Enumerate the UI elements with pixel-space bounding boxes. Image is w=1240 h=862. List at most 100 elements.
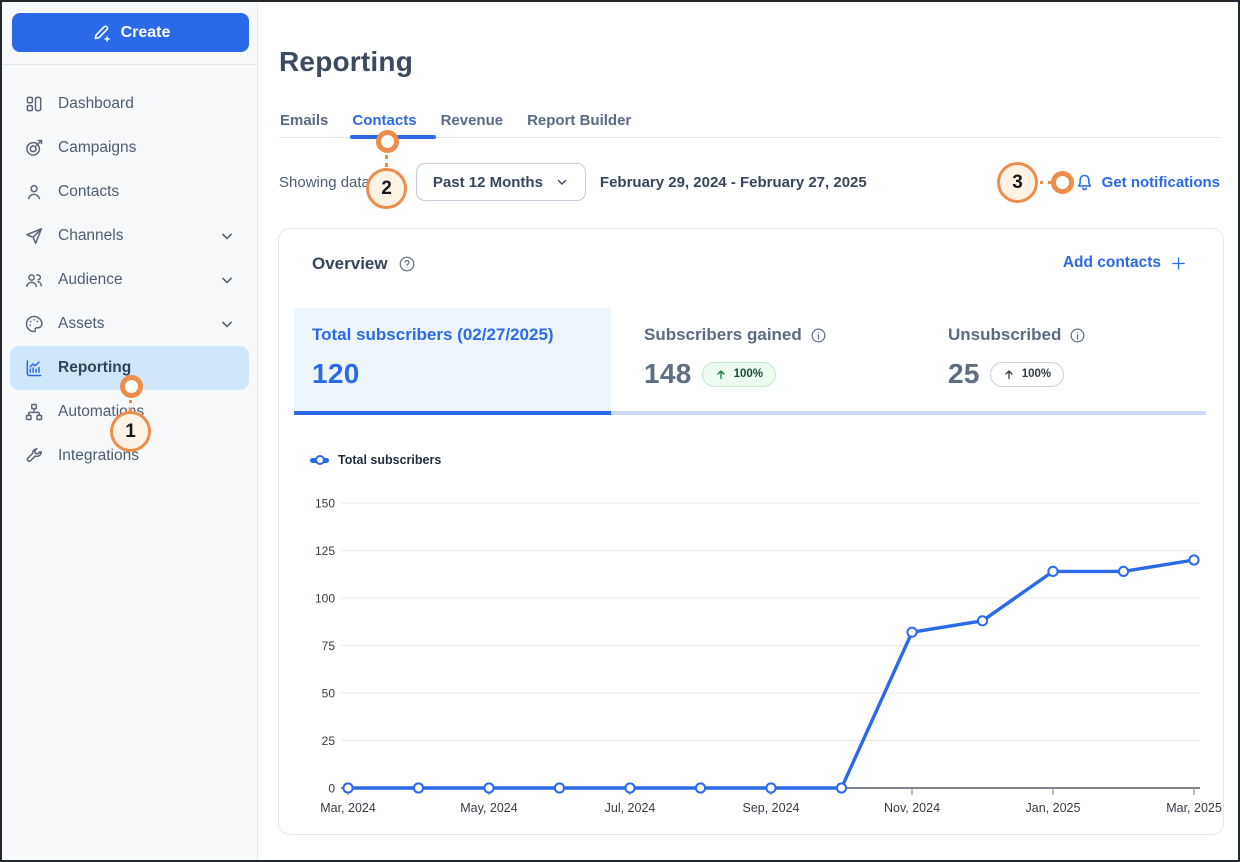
callout-number-1: 1 bbox=[110, 411, 151, 452]
callout-ring-2 bbox=[376, 130, 399, 153]
tab-report-builder[interactable]: Report Builder bbox=[527, 112, 631, 129]
get-notifications-link[interactable]: Get notifications bbox=[1074, 172, 1220, 193]
help-icon[interactable] bbox=[398, 255, 416, 273]
callout-number-text: 3 bbox=[1012, 171, 1023, 193]
stat-value: 120 bbox=[312, 358, 360, 389]
line-series-marker-icon bbox=[310, 455, 329, 465]
dashboard-icon bbox=[26, 96, 42, 112]
svg-text:0: 0 bbox=[328, 782, 335, 796]
change-badge-neutral: 100% bbox=[989, 361, 1065, 387]
sidebar-item-label: Channels bbox=[58, 227, 124, 244]
stat-label: Total subscribers (02/27/2025) bbox=[312, 325, 593, 345]
add-contacts-button[interactable]: Add contacts bbox=[1063, 254, 1187, 272]
integrations-icon bbox=[26, 448, 43, 463]
svg-text:May, 2024: May, 2024 bbox=[460, 801, 517, 815]
svg-text:Mar, 2024: Mar, 2024 bbox=[320, 801, 376, 815]
stat-value: 25 bbox=[948, 358, 980, 389]
sidebar-item-contacts[interactable]: Contacts bbox=[10, 170, 249, 214]
chevron-down-icon bbox=[557, 179, 567, 186]
stat-total-subscribers[interactable]: Total subscribers (02/27/2025) 120 bbox=[294, 308, 611, 411]
bell-icon bbox=[1077, 174, 1091, 190]
channels-icon bbox=[26, 228, 43, 245]
page-title: Reporting bbox=[279, 46, 414, 77]
callout-connector-1 bbox=[129, 400, 132, 411]
svg-text:125: 125 bbox=[315, 544, 335, 558]
change-badge-text: 100% bbox=[733, 368, 764, 380]
showing-data-label: Showing data bbox=[279, 173, 370, 191]
overview-title: Overview bbox=[312, 254, 388, 273]
arrow-up-icon bbox=[1005, 369, 1013, 379]
change-badge-positive: 100% bbox=[701, 361, 777, 387]
assets-icon bbox=[25, 315, 43, 333]
callout-number-text: 2 bbox=[381, 177, 392, 199]
stat-label: Subscribers gained bbox=[644, 325, 934, 345]
svg-text:25: 25 bbox=[322, 734, 336, 748]
stat-tabs: Total subscribers (02/27/2025) 120 Subsc… bbox=[294, 308, 1206, 411]
create-button-label: Create bbox=[120, 23, 171, 41]
sidebar-item-label: Audience bbox=[58, 271, 123, 288]
contacts-icon bbox=[27, 184, 41, 200]
callout-connector-2 bbox=[385, 155, 388, 167]
sidebar-item-assets[interactable]: Assets bbox=[10, 302, 249, 346]
date-range-select-value: Past 12 Months bbox=[432, 173, 543, 191]
sidebar-item-label: Contacts bbox=[58, 183, 120, 200]
date-range-text: February 29, 2024 - February 27, 2025 bbox=[599, 173, 867, 191]
app-window: Create Dashboard Campaigns Contacts Chan… bbox=[0, 0, 1240, 862]
tab-revenue[interactable]: Revenue bbox=[441, 112, 504, 129]
get-notifications-label: Get notifications bbox=[1101, 173, 1220, 191]
arrow-up-icon bbox=[716, 369, 725, 379]
sidebar-item-audience[interactable]: Audience bbox=[10, 258, 249, 302]
sidebar-item-channels[interactable]: Channels bbox=[10, 214, 249, 258]
callout-ring-3 bbox=[1051, 171, 1074, 194]
add-contacts-label: Add contacts bbox=[1062, 254, 1161, 271]
stat-unsubscribed[interactable]: Unsubscribed 25 100% bbox=[948, 308, 1198, 411]
campaigns-icon bbox=[26, 139, 43, 156]
callout-ring-1 bbox=[120, 375, 143, 398]
stat-tabs-active-underline bbox=[294, 411, 611, 415]
overview-card: Overview Add contacts Total subscribers … bbox=[278, 228, 1224, 835]
callout-number-3: 3 bbox=[997, 162, 1038, 203]
filter-bar: Showing data Past 12 Months February 29,… bbox=[279, 163, 1220, 201]
callout-connector-3 bbox=[1040, 181, 1051, 184]
svg-text:150: 150 bbox=[315, 497, 335, 511]
stat-value-row: 120 bbox=[312, 358, 593, 390]
tab-contacts[interactable]: Contacts bbox=[352, 112, 416, 129]
tab-emails[interactable]: Emails bbox=[280, 112, 328, 129]
callout-number-text: 1 bbox=[125, 420, 136, 442]
stat-label: Unsubscribed bbox=[948, 325, 1198, 345]
callout-number-2: 2 bbox=[366, 168, 407, 209]
stat-value-row: 148 100% bbox=[644, 358, 934, 390]
sidebar-item-campaigns[interactable]: Campaigns bbox=[10, 126, 249, 170]
svg-text:Jul, 2024: Jul, 2024 bbox=[605, 801, 656, 815]
svg-text:50: 50 bbox=[322, 687, 336, 701]
plus-icon bbox=[1172, 256, 1185, 270]
sidebar-item-label: Campaigns bbox=[58, 139, 137, 156]
svg-text:100: 100 bbox=[315, 592, 335, 606]
automations-icon bbox=[25, 403, 43, 421]
chevron-down-icon bbox=[222, 277, 232, 284]
info-icon[interactable] bbox=[810, 327, 827, 344]
chevron-down-icon bbox=[222, 321, 232, 328]
date-range-select[interactable]: Past 12 Months bbox=[415, 163, 586, 201]
svg-text:Mar, 2025: Mar, 2025 bbox=[1166, 801, 1222, 815]
chevron-down-icon bbox=[222, 233, 232, 240]
info-icon[interactable] bbox=[1069, 327, 1086, 344]
svg-text:Sep, 2024: Sep, 2024 bbox=[743, 801, 800, 815]
svg-text:Nov, 2024: Nov, 2024 bbox=[884, 801, 940, 815]
chart-legend: Total subscribers bbox=[310, 453, 441, 467]
stat-value: 148 bbox=[644, 358, 692, 389]
audience-icon bbox=[26, 274, 42, 287]
stat-label-text: Unsubscribed bbox=[948, 325, 1062, 344]
stat-value-row: 25 100% bbox=[948, 358, 1198, 390]
overview-title-row: Overview bbox=[312, 254, 416, 274]
sidebar-item-label: Dashboard bbox=[58, 95, 134, 112]
change-badge-text: 100% bbox=[1021, 368, 1052, 380]
legend-label: Total subscribers bbox=[338, 453, 442, 467]
sidebar-item-label: Assets bbox=[58, 315, 105, 332]
create-button[interactable]: Create bbox=[12, 13, 249, 52]
svg-text:75: 75 bbox=[322, 639, 336, 653]
stat-subscribers-gained[interactable]: Subscribers gained 148 100% bbox=[644, 308, 934, 411]
sidebar-item-dashboard[interactable]: Dashboard bbox=[10, 82, 249, 126]
stat-label-text: Subscribers gained bbox=[644, 325, 802, 344]
stat-label-text: Total subscribers (02/27/2025) bbox=[312, 325, 554, 344]
